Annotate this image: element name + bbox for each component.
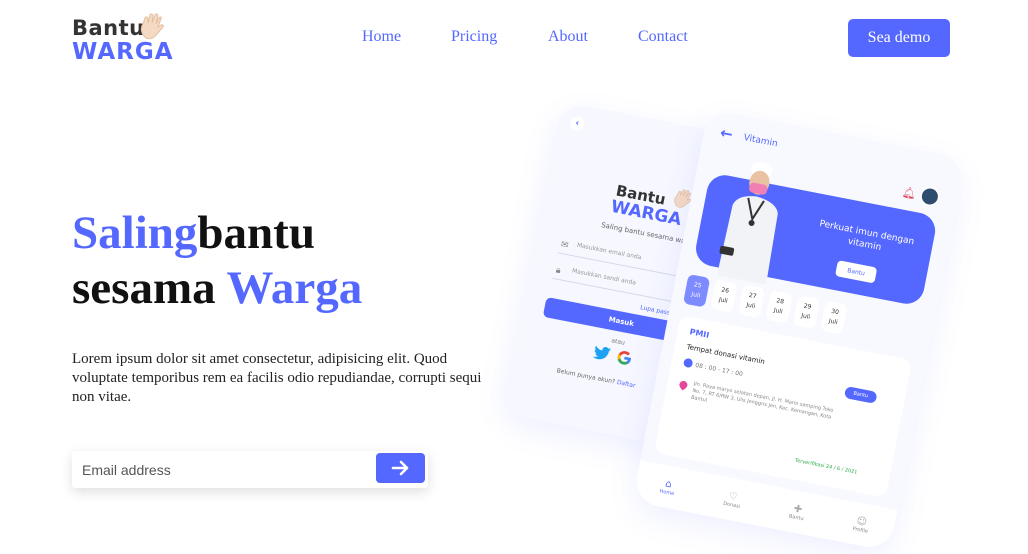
mock-date-day: 27 — [748, 291, 758, 301]
mock-date-month: Juli — [718, 296, 729, 305]
mock-date-day: 30 — [830, 307, 840, 317]
mock-vitamin-title: Vitamin — [742, 132, 779, 150]
mock-card-verified: Terverifikasi 24 / 6 / 2021 — [794, 457, 858, 476]
nav-pricing[interactable]: Pricing — [451, 28, 497, 46]
submit-email-button[interactable] — [376, 453, 425, 483]
nav-about-label: About — [548, 28, 588, 45]
mock-nav-bantu: ✚ Bantu — [789, 502, 807, 522]
mock-card-time: 08 : 00 - 17 : 00 — [694, 361, 744, 379]
mock-date-day: 25 — [693, 281, 703, 290]
mock-social-logins — [591, 344, 633, 367]
hero-title-part2: bantu — [197, 207, 315, 259]
mock-promo-text: Perkuat imun dengan vitamin — [818, 219, 915, 254]
avatar — [918, 184, 942, 209]
mock-date-month: Juli — [828, 317, 839, 327]
nav-home[interactable]: Home — [362, 28, 401, 46]
hero-description: Lorem ipsum dolor sit amet consectetur, … — [72, 351, 482, 405]
mail-icon: ✉ — [559, 239, 570, 252]
hero-title-accent-1: Saling — [72, 207, 198, 259]
arrow-right-icon — [391, 460, 408, 476]
email-signup-form — [72, 451, 428, 488]
email-input[interactable] — [72, 451, 372, 488]
mock-register-text: Belum punya akun? Daftar — [556, 367, 636, 389]
brand-line1: Bantu — [72, 16, 145, 40]
arrow-left-icon: ← — [718, 123, 735, 144]
lock-icon: 🔒︎ — [554, 265, 562, 277]
chevron-left-icon: ‹ — [569, 115, 586, 132]
mock-date-item: 29 Juli — [792, 295, 821, 329]
mock-date-item: 28 Juli — [765, 289, 793, 324]
mock-date-month: Juli — [745, 301, 756, 311]
nav-about[interactable]: About — [548, 28, 588, 46]
demo-button[interactable]: Sea demo — [848, 19, 950, 57]
waving-hand-icon — [140, 13, 164, 40]
mock-date-item: 27 Juli — [737, 284, 766, 319]
clock-icon — [682, 357, 694, 369]
mock-card-chip: Bantu — [843, 386, 878, 404]
mock-date-month: Juli — [800, 312, 811, 321]
nav-contact[interactable]: Contact — [638, 28, 688, 46]
google-icon — [617, 351, 632, 365]
nav-pricing-label: Pricing — [451, 28, 498, 45]
nav-contact-label: Contact — [638, 28, 688, 45]
mock-password-placeholder: Masukkan sandi anda — [571, 267, 637, 287]
mock-register-link: Daftar — [616, 379, 636, 390]
mock-card-org: PMII — [688, 327, 710, 340]
hero-title: Salingbantu sesama Warga — [72, 206, 362, 316]
brand-line2: WARGA — [72, 39, 174, 65]
location-pin-icon — [677, 379, 689, 391]
mock-date-item: 30 Juli — [820, 300, 848, 335]
mock-nav-home: ⌂ Home — [659, 477, 677, 497]
mock-date-month: Juli — [690, 290, 701, 300]
mock-date-item: 26 Juli — [710, 279, 738, 313]
nav-home-label: Home — [362, 28, 402, 45]
hero-title-accent-2: Warga — [226, 262, 363, 314]
hero-title-part3: sesama — [72, 262, 227, 314]
mock-help-button: Bantu — [834, 260, 878, 284]
mock-date-month: Juli — [773, 306, 784, 316]
mock-register-question: Belum punya akun? — [556, 367, 616, 386]
mock-date-day: 26 — [720, 286, 730, 295]
mock-card-address: Jln. Raya maryo selatan depan, Jl. H. Ma… — [690, 380, 834, 421]
mock-date-item: 25 Juli — [682, 273, 711, 308]
mock-email-placeholder: Masukkan email anda — [576, 241, 642, 262]
mock-date-day: 29 — [803, 302, 813, 311]
brand-logo[interactable]: Bantu WARGA — [72, 12, 182, 65]
mock-nav-donasi: ♡ Donasi — [723, 489, 743, 509]
mock-date-day: 28 — [775, 297, 785, 306]
twitter-icon — [592, 345, 612, 360]
mock-or-divider: atau — [610, 337, 626, 347]
mock-nav-profile: ☺ Profile — [852, 515, 871, 534]
bell-icon: 🔔︎ — [901, 186, 918, 201]
